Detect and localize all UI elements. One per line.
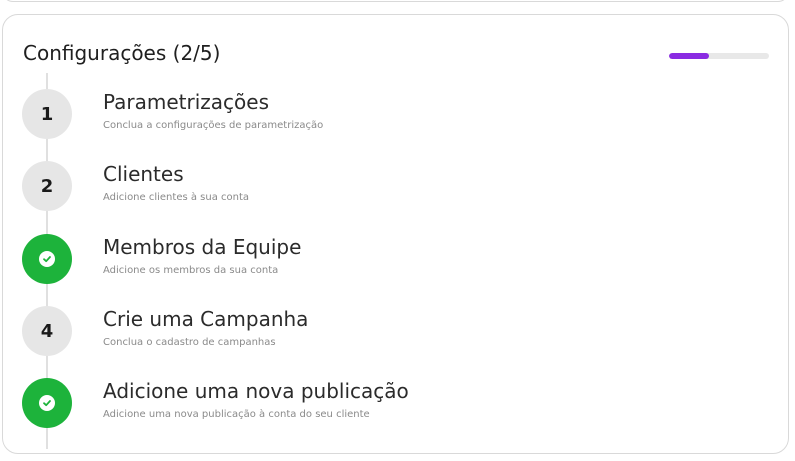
previous-card-edge [2,0,789,2]
setup-checklist-card: Configurações (2/5) 1 Parametrizações Co… [2,14,789,454]
step-title: Clientes [103,162,184,186]
step-number: 2 [40,175,54,197]
checklist-title: Configurações (2/5) [23,41,221,65]
step-number-badge: 2 [22,161,72,211]
step-description: Conclua o cadastro de campanhas [103,337,276,348]
step-done-badge [22,234,72,284]
step-number-badge: 4 [22,306,72,356]
step-number-badge: 1 [22,89,72,139]
step-title: Adicione uma nova publicação [103,379,409,403]
step-parametrizacoes[interactable]: 1 Parametrizações Conclua a configuraçõe… [22,89,762,141]
step-description: Adicione clientes à sua conta [103,192,250,203]
step-title: Crie uma Campanha [103,307,309,331]
step-adicione-publicacao[interactable]: Adicione uma nova publicação Adicione um… [22,378,762,430]
check-icon [39,395,55,411]
step-number: 1 [40,103,54,125]
step-title: Parametrizações [103,90,270,114]
step-done-badge [22,378,72,428]
progress-bar-fill [669,53,709,59]
step-description: Adicione os membros da sua conta [103,265,279,276]
step-clientes[interactable]: 2 Clientes Adicione clientes à sua conta [22,161,762,213]
progress-bar [669,53,769,59]
step-number: 4 [40,320,54,342]
step-crie-uma-campanha[interactable]: 4 Crie uma Campanha Conclua o cadastro d… [22,306,762,358]
step-description: Conclua a configurações de parametrizaçã… [103,120,324,131]
check-icon [39,251,55,267]
step-description: Adicione uma nova publicação à conta do … [103,409,370,420]
step-title: Membros da Equipe [103,235,302,259]
step-membros-da-equipe[interactable]: Membros da Equipe Adicione os membros da… [22,234,762,286]
